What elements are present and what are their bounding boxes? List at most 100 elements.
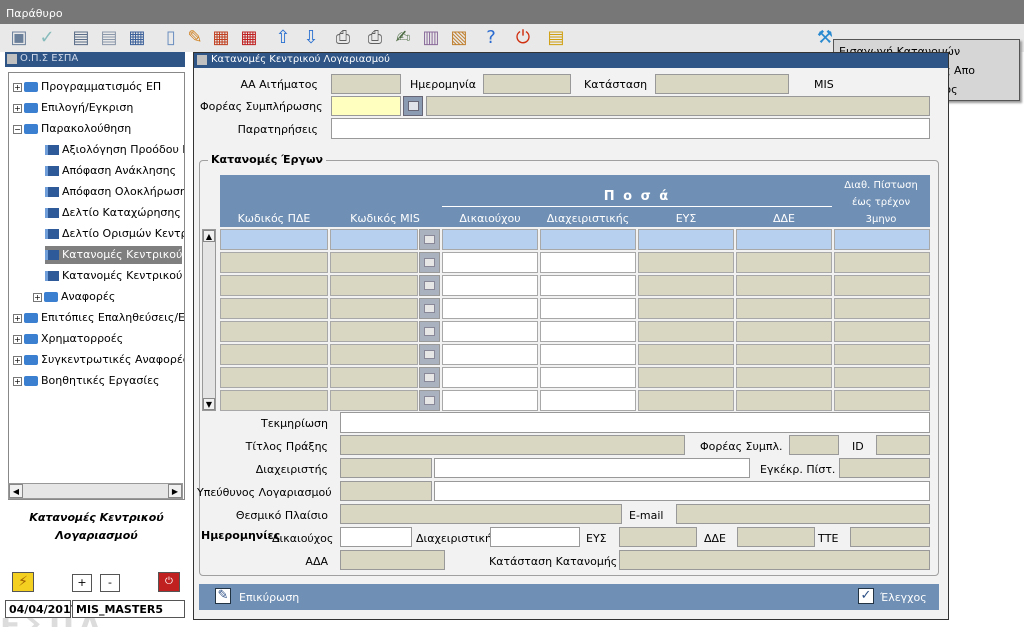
grid-cell-eys[interactable] <box>638 252 734 273</box>
grid-cell-diaxeiristikis[interactable] <box>540 390 636 411</box>
grid-cell-diath[interactable] <box>834 275 930 296</box>
grid-cell-eys[interactable] <box>638 390 734 411</box>
row-lov-button[interactable] <box>419 252 440 273</box>
add-row-icon[interactable]: ▦ <box>210 27 232 49</box>
row-lov-button[interactable] <box>419 275 440 296</box>
grid-cell-diaxeiristikis[interactable] <box>540 298 636 319</box>
collapse-all-button[interactable]: - <box>100 574 120 592</box>
grid-cell-eys[interactable] <box>638 229 734 250</box>
dikaiouxos-date-input[interactable] <box>340 527 412 547</box>
grid-cell-mis[interactable] <box>330 252 418 273</box>
tekmiriosi-input[interactable] <box>340 412 930 433</box>
id-field[interactable] <box>876 435 930 455</box>
grid-cell-mis[interactable] <box>330 390 418 411</box>
ypeuth-code-field[interactable] <box>340 481 432 501</box>
tree-item-axiologisi[interactable]: Αξιολόγηση Προόδου Γ <box>45 141 184 159</box>
tte-date-field[interactable] <box>850 527 930 547</box>
grid-cell-dikaiouxou[interactable] <box>442 344 538 365</box>
grid-cell-diath[interactable] <box>834 390 930 411</box>
db2-icon[interactable]: ▤ <box>98 27 120 49</box>
row-lov-button[interactable] <box>419 298 440 319</box>
expand-all-button[interactable]: + <box>72 574 92 592</box>
grid-cell-eys[interactable] <box>638 298 734 319</box>
grid-cell-dde[interactable] <box>736 321 832 342</box>
exit-app-icon[interactable]: ⏻ <box>158 572 180 592</box>
grid-cell-diath[interactable] <box>834 321 930 342</box>
row-lov-button[interactable] <box>419 390 440 411</box>
print-icon[interactable]: ⎙ <box>332 27 354 49</box>
tree-item-anafores[interactable]: + Αναφορές <box>33 288 115 306</box>
collapse-icon[interactable]: − <box>13 124 22 134</box>
tree-item-apofasi-oloklirosis[interactable]: Απόφαση Ολοκλήρωση <box>45 183 184 201</box>
page-icon[interactable]: ▯ <box>160 27 182 49</box>
save-icon[interactable]: ▣ <box>8 27 30 49</box>
diax-name-field[interactable] <box>434 458 750 478</box>
grid-cell-pde[interactable] <box>220 252 328 273</box>
check-icon[interactable]: ✓ <box>858 588 874 604</box>
clipboard-icon[interactable]: ▧ <box>448 27 470 49</box>
date-field[interactable] <box>483 74 571 94</box>
tree-item-epitopies[interactable]: + Επιτόπιες Επαληθεύσεις/Ε <box>13 309 184 327</box>
notes-input[interactable] <box>331 118 930 139</box>
expand-icon[interactable]: + <box>13 355 22 365</box>
ypeuth-name-field[interactable] <box>434 481 930 501</box>
egkr-field[interactable] <box>839 458 930 478</box>
nav-horizontal-scrollbar[interactable]: ◀ ▶ <box>8 483 183 499</box>
grid-cell-mis[interactable] <box>330 367 418 388</box>
grid-icon[interactable]: ▦ <box>126 27 148 49</box>
pen-grid-icon[interactable]: ✎ <box>184 27 206 49</box>
grid-cell-dde[interactable] <box>736 344 832 365</box>
grid-cell-dikaiouxou[interactable] <box>442 252 538 273</box>
grid-cell-diath[interactable] <box>834 344 930 365</box>
row-lov-button[interactable] <box>419 367 440 388</box>
grid-cell-diaxeiristikis[interactable] <box>540 344 636 365</box>
grid-cell-mis[interactable] <box>330 298 418 319</box>
aa-field[interactable] <box>331 74 401 94</box>
grid-cell-mis[interactable] <box>330 344 418 365</box>
grid-cell-mis[interactable] <box>330 275 418 296</box>
scroll-left-icon[interactable]: ◀ <box>9 484 23 498</box>
grid-cell-diath[interactable] <box>834 298 930 319</box>
ada-field[interactable] <box>340 550 445 570</box>
elegxos-button[interactable]: Έλεγχος <box>880 591 927 604</box>
grid-cell-dde[interactable] <box>736 298 832 319</box>
grid-cell-diath[interactable] <box>834 229 930 250</box>
grid-cell-pde[interactable] <box>220 321 328 342</box>
grid-cell-eys[interactable] <box>638 321 734 342</box>
tree-item-katanomes-2[interactable]: Κατανομές Κεντρικού Λ <box>45 267 184 285</box>
tree-item-apofasi-anaklisis[interactable]: Απόφαση Ανάκλησης <box>45 162 176 180</box>
grid-cell-diaxeiristikis[interactable] <box>540 229 636 250</box>
expand-icon[interactable]: + <box>13 103 22 113</box>
grid-cell-dikaiouxou[interactable] <box>442 298 538 319</box>
tree-item-parakolouthisi[interactable]: − Παρακολούθηση <box>13 120 131 138</box>
grid-cell-pde[interactable] <box>220 390 328 411</box>
grid-cell-dde[interactable] <box>736 229 832 250</box>
grid-cell-dikaiouxou[interactable] <box>442 367 538 388</box>
diax-code-field[interactable] <box>340 458 432 478</box>
foreas-code-input[interactable] <box>331 96 401 116</box>
titlos-field[interactable] <box>340 435 685 455</box>
print2-icon[interactable]: ⎙ <box>364 27 386 49</box>
tree-item-xrimatorroes[interactable]: + Χρηματορροές <box>13 330 123 348</box>
row-lov-button[interactable] <box>419 321 440 342</box>
grid-cell-diaxeiristikis[interactable] <box>540 367 636 388</box>
doc-icon[interactable]: ▥ <box>420 27 442 49</box>
check-icon[interactable]: ✓ <box>36 27 58 49</box>
tree-item-deltio-orismon[interactable]: Δελτίο Ορισμών Κεντρικ <box>45 225 184 243</box>
grid-cell-dde[interactable] <box>736 367 832 388</box>
grid-cell-dikaiouxou[interactable] <box>442 229 538 250</box>
foreas-lov-button[interactable] <box>403 96 423 116</box>
expand-icon[interactable]: + <box>13 82 22 92</box>
grid-cell-eys[interactable] <box>638 367 734 388</box>
grid-cell-dikaiouxou[interactable] <box>442 321 538 342</box>
grid-cell-dikaiouxou[interactable] <box>442 390 538 411</box>
grid-cell-pde[interactable] <box>220 298 328 319</box>
tree-item-epilogi[interactable]: + Επιλογή/Εγκριση <box>13 99 133 117</box>
arrow-up-icon[interactable]: ⇧ <box>272 27 294 49</box>
expand-icon[interactable]: + <box>13 313 22 323</box>
grid-cell-mis[interactable] <box>330 229 418 250</box>
tree-item-deltio-kataxorisis[interactable]: Δελτίο Καταχώρησης Δι <box>45 204 184 222</box>
expand-icon[interactable]: + <box>13 376 22 386</box>
expand-icon[interactable]: + <box>33 292 42 302</box>
row-lov-button[interactable] <box>419 229 440 250</box>
